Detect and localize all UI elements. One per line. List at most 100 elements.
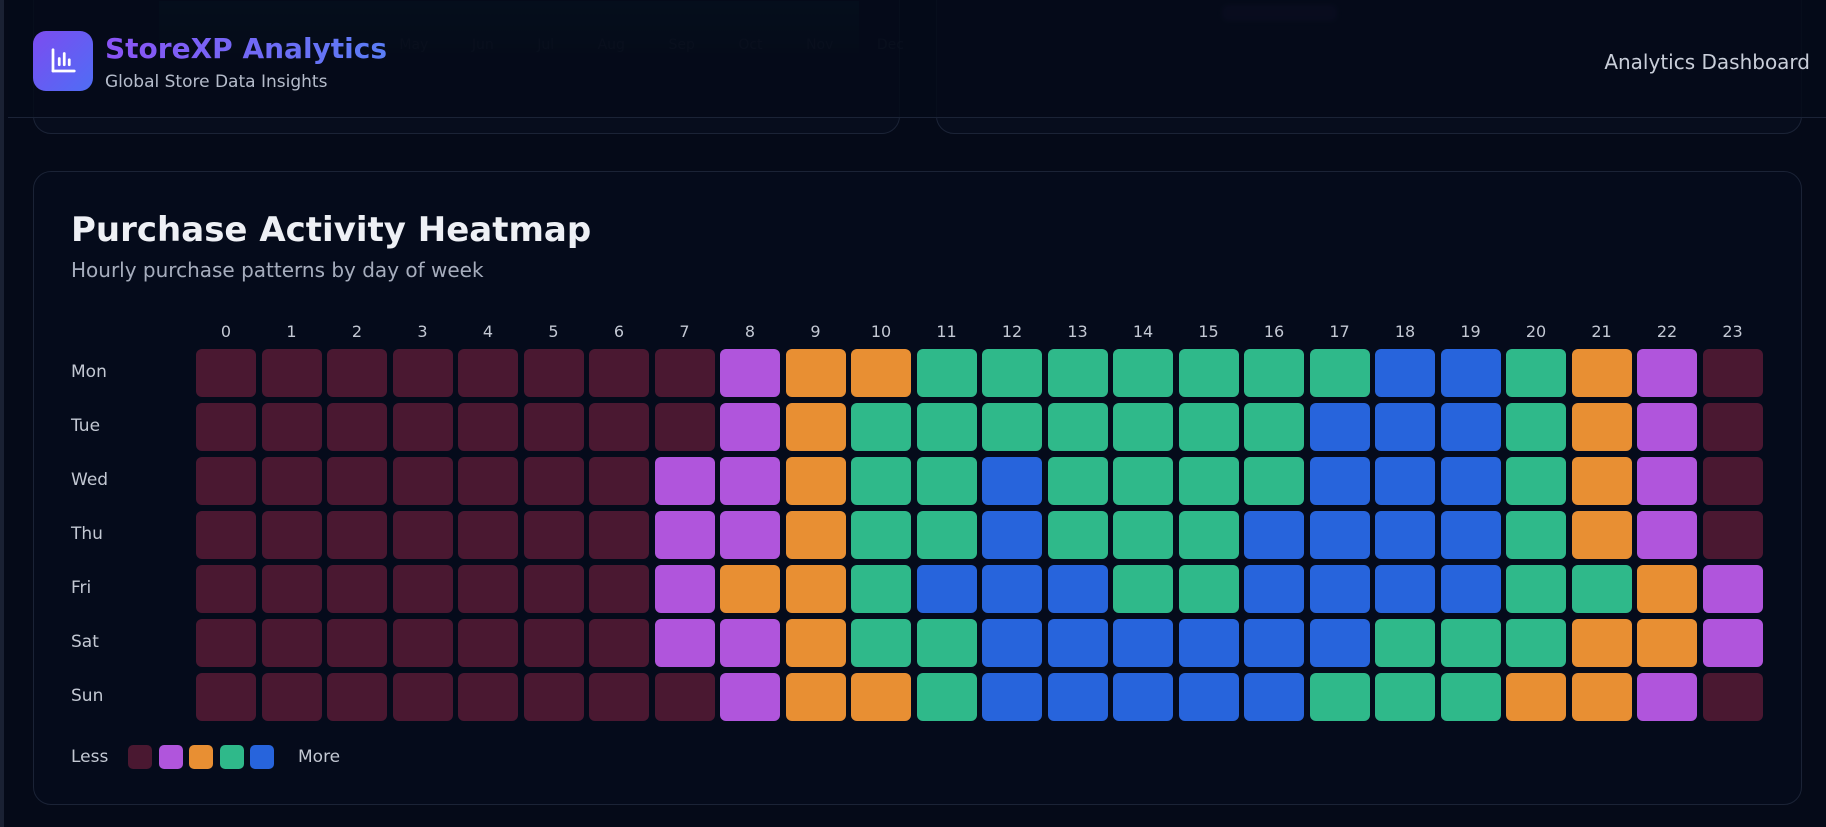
- heatmap-cell[interactable]: [458, 349, 518, 397]
- heatmap-cell[interactable]: [1375, 565, 1435, 613]
- heatmap-cell[interactable]: [1506, 457, 1566, 505]
- heatmap-cell[interactable]: [1440, 619, 1501, 667]
- heatmap-cell[interactable]: [1702, 673, 1763, 721]
- heatmap-cell[interactable]: [1244, 673, 1304, 721]
- heatmap-cell[interactable]: [458, 565, 518, 613]
- heatmap-cell[interactable]: [1309, 349, 1370, 397]
- heatmap-cell[interactable]: [1244, 403, 1304, 451]
- heatmap-cell[interactable]: [196, 403, 256, 451]
- heatmap-cell[interactable]: [327, 565, 387, 613]
- heatmap-cell[interactable]: [654, 619, 715, 667]
- heatmap-cell[interactable]: [1244, 511, 1304, 559]
- heatmap-cell[interactable]: [1178, 403, 1239, 451]
- heatmap-cell[interactable]: [523, 349, 584, 397]
- heatmap-cell[interactable]: [1571, 511, 1632, 559]
- heatmap-cell[interactable]: [589, 673, 649, 721]
- heatmap-cell[interactable]: [392, 511, 453, 559]
- heatmap-cell[interactable]: [851, 565, 911, 613]
- heatmap-cell[interactable]: [1571, 565, 1632, 613]
- heatmap-cell[interactable]: [1309, 565, 1370, 613]
- heatmap-cell[interactable]: [523, 403, 584, 451]
- heatmap-cell[interactable]: [654, 673, 715, 721]
- heatmap-cell[interactable]: [1178, 349, 1239, 397]
- heatmap-cell[interactable]: [1375, 403, 1435, 451]
- heatmap-cell[interactable]: [982, 619, 1042, 667]
- heatmap-cell[interactable]: [916, 619, 977, 667]
- heatmap-cell[interactable]: [1244, 565, 1304, 613]
- heatmap-cell[interactable]: [589, 565, 649, 613]
- heatmap-cell[interactable]: [327, 673, 387, 721]
- heatmap-cell[interactable]: [196, 511, 256, 559]
- heatmap-cell[interactable]: [392, 403, 453, 451]
- heatmap-cell[interactable]: [1506, 673, 1566, 721]
- heatmap-cell[interactable]: [1047, 673, 1108, 721]
- heatmap-cell[interactable]: [916, 673, 977, 721]
- heatmap-cell[interactable]: [982, 673, 1042, 721]
- heatmap-cell[interactable]: [785, 619, 846, 667]
- heatmap-cell[interactable]: [851, 403, 911, 451]
- heatmap-cell[interactable]: [982, 565, 1042, 613]
- heatmap-cell[interactable]: [1113, 349, 1173, 397]
- heatmap-cell[interactable]: [720, 619, 780, 667]
- heatmap-cell[interactable]: [458, 511, 518, 559]
- heatmap-cell[interactable]: [720, 673, 780, 721]
- heatmap-cell[interactable]: [1702, 457, 1763, 505]
- heatmap-cell[interactable]: [1637, 349, 1697, 397]
- heatmap-cell[interactable]: [1178, 511, 1239, 559]
- heatmap-cell[interactable]: [1571, 457, 1632, 505]
- heatmap-cell[interactable]: [523, 457, 584, 505]
- heatmap-cell[interactable]: [1637, 565, 1697, 613]
- heatmap-cell[interactable]: [1244, 349, 1304, 397]
- heatmap-cell[interactable]: [851, 457, 911, 505]
- heatmap-cell[interactable]: [785, 673, 846, 721]
- heatmap-cell[interactable]: [1702, 511, 1763, 559]
- heatmap-cell[interactable]: [720, 457, 780, 505]
- heatmap-cell[interactable]: [458, 673, 518, 721]
- heatmap-cell[interactable]: [196, 565, 256, 613]
- heatmap-cell[interactable]: [1309, 403, 1370, 451]
- heatmap-cell[interactable]: [654, 511, 715, 559]
- heatmap-cell[interactable]: [523, 673, 584, 721]
- heatmap-cell[interactable]: [327, 511, 387, 559]
- heatmap-cell[interactable]: [261, 349, 322, 397]
- heatmap-cell[interactable]: [458, 403, 518, 451]
- heatmap-cell[interactable]: [982, 457, 1042, 505]
- heatmap-cell[interactable]: [785, 565, 846, 613]
- heatmap-cell[interactable]: [1702, 403, 1763, 451]
- heatmap-cell[interactable]: [720, 349, 780, 397]
- heatmap-cell[interactable]: [851, 619, 911, 667]
- heatmap-cell[interactable]: [982, 403, 1042, 451]
- heatmap-cell[interactable]: [1506, 565, 1566, 613]
- heatmap-cell[interactable]: [654, 349, 715, 397]
- heatmap-cell[interactable]: [1506, 403, 1566, 451]
- heatmap-cell[interactable]: [654, 403, 715, 451]
- heatmap-cell[interactable]: [654, 565, 715, 613]
- heatmap-cell[interactable]: [589, 457, 649, 505]
- heatmap-cell[interactable]: [1440, 673, 1501, 721]
- heatmap-cell[interactable]: [589, 403, 649, 451]
- heatmap-cell[interactable]: [1637, 619, 1697, 667]
- heatmap-cell[interactable]: [523, 619, 584, 667]
- heatmap-cell[interactable]: [1375, 457, 1435, 505]
- heatmap-cell[interactable]: [458, 619, 518, 667]
- heatmap-cell[interactable]: [1113, 673, 1173, 721]
- heatmap-cell[interactable]: [1375, 511, 1435, 559]
- heatmap-cell[interactable]: [916, 349, 977, 397]
- app-logo[interactable]: [33, 31, 93, 91]
- heatmap-cell[interactable]: [851, 673, 911, 721]
- heatmap-cell[interactable]: [720, 403, 780, 451]
- heatmap-cell[interactable]: [1440, 403, 1501, 451]
- heatmap-cell[interactable]: [1637, 403, 1697, 451]
- heatmap-cell[interactable]: [392, 349, 453, 397]
- heatmap-cell[interactable]: [1244, 619, 1304, 667]
- heatmap-cell[interactable]: [1047, 619, 1108, 667]
- heatmap-cell[interactable]: [1440, 457, 1501, 505]
- heatmap-cell[interactable]: [1047, 403, 1108, 451]
- analytics-dashboard-link[interactable]: Analytics Dashboard: [1604, 50, 1810, 74]
- heatmap-cell[interactable]: [1571, 619, 1632, 667]
- heatmap-cell[interactable]: [261, 403, 322, 451]
- heatmap-cell[interactable]: [327, 349, 387, 397]
- heatmap-cell[interactable]: [720, 511, 780, 559]
- heatmap-cell[interactable]: [851, 349, 911, 397]
- heatmap-cell[interactable]: [392, 457, 453, 505]
